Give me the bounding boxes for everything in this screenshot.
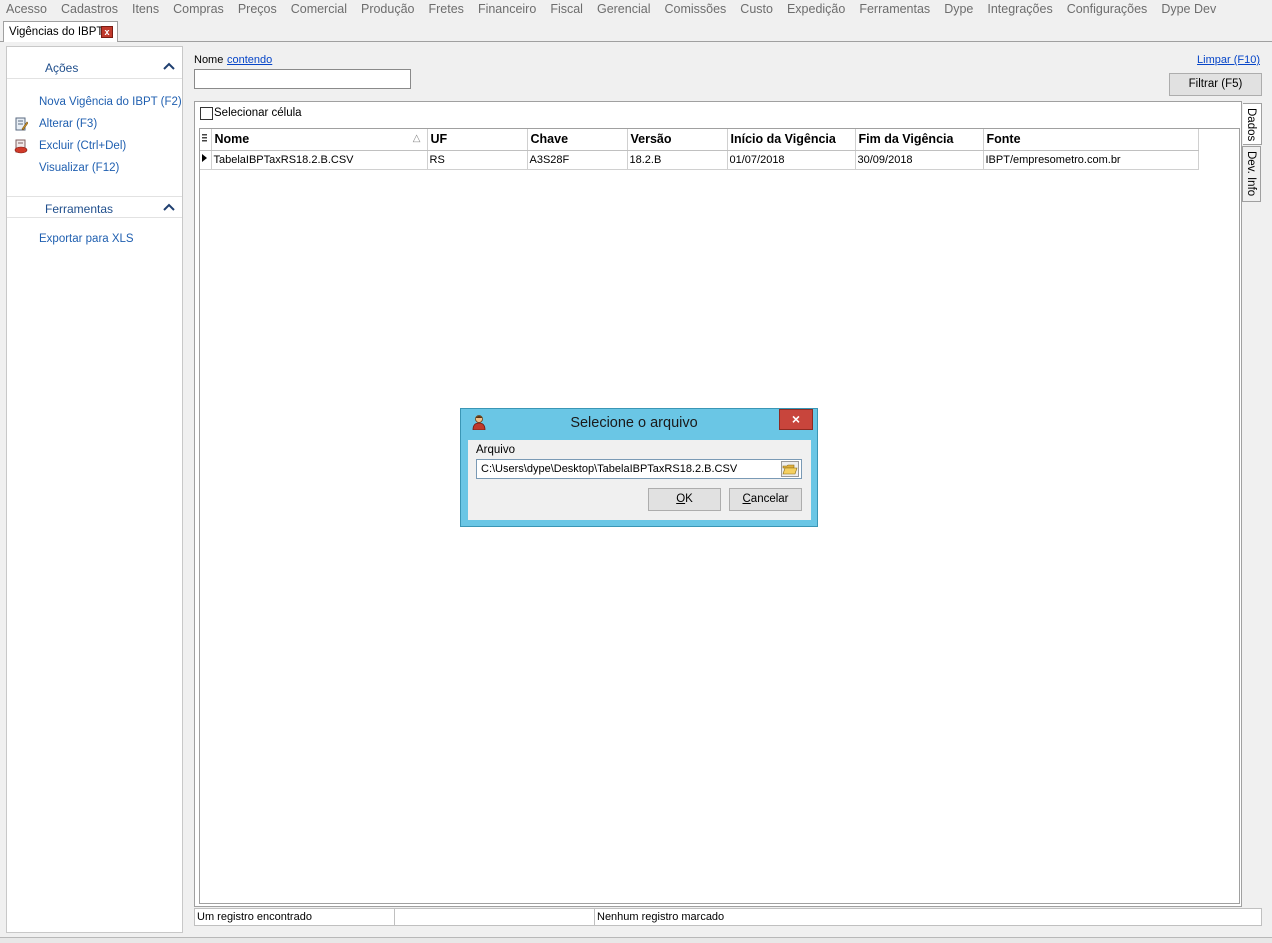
action-label: Alterar (F3)	[39, 118, 98, 130]
cell-inicio[interactable]: 01/07/2018	[727, 150, 856, 170]
menu-item-12[interactable]: Custo	[733, 0, 780, 19]
bottom-strip	[0, 937, 1272, 943]
delete-icon	[14, 139, 28, 154]
menu-bar: Acesso Cadastros Itens Compras Preços Comerci…	[0, 0, 1272, 19]
menu-item-9[interactable]: Fiscal	[543, 0, 590, 19]
sort-asc-icon: △	[412, 133, 421, 144]
actions-list: Nova Vigência do IBPT (F2) Alterar (F3) …	[7, 79, 182, 179]
cell-nome[interactable]: TabelaIBPTaxRS18.2.B.CSV	[211, 150, 428, 170]
tab-dados[interactable]: Dados	[1243, 103, 1262, 145]
menu-item-11[interactable]: Comissões	[657, 0, 733, 19]
menu-item-5[interactable]: Comercial	[284, 0, 354, 19]
filter-name-input[interactable]	[194, 69, 411, 89]
action-delete[interactable]: Excluir (Ctrl+Del)	[7, 135, 182, 157]
menu-item-10[interactable]: Gerencial	[590, 0, 658, 19]
cell-uf[interactable]: RS	[427, 150, 528, 170]
column-header-versao[interactable]: Versão	[627, 129, 728, 151]
cell-versao[interactable]: 18.2.B	[627, 150, 728, 170]
document-tab-strip: Vigências do IBPT x	[0, 20, 1272, 42]
tab-dev-info-label: Dev. Info	[1245, 151, 1257, 197]
menu-item-0[interactable]: Acesso	[0, 0, 54, 19]
dialog-body: Arquivo C:\Users\dype\Desktop\TabelaIBPT…	[468, 440, 811, 520]
action-label: Exportar para XLS	[39, 233, 134, 245]
menu-item-8[interactable]: Financeiro	[471, 0, 543, 19]
column-header-fonte[interactable]: Fonte	[983, 129, 1199, 151]
filter-field-label: Nome	[194, 54, 224, 66]
column-header-nome[interactable]: Nome △	[211, 129, 428, 151]
tab-dados-label: Dados	[1245, 108, 1257, 142]
tools-list: Exportar para XLS	[7, 218, 182, 250]
menu-item-2[interactable]: Itens	[125, 0, 166, 19]
grid-header-row: Nome △ UF Chave Versão Início da Vigência…	[200, 129, 1199, 151]
clear-filter-link[interactable]: Limpar (F10)	[1197, 54, 1260, 66]
select-cell-checkbox[interactable]	[200, 107, 213, 120]
close-tab-icon[interactable]: x	[101, 26, 113, 38]
status-middle	[395, 909, 595, 925]
close-dialog-icon[interactable]: ×	[779, 409, 813, 430]
column-header-inicio[interactable]: Início da Vigência	[727, 129, 856, 151]
action-label: Nova Vigência do IBPT (F2)	[39, 96, 182, 108]
status-records: Um registro encontrado	[195, 909, 395, 925]
actions-section-header[interactable]: Ações	[7, 47, 182, 79]
select-cell-label: Selecionar célula	[214, 107, 302, 119]
menu-item-14[interactable]: Ferramentas	[852, 0, 937, 19]
action-label: Visualizar (F12)	[39, 162, 120, 174]
folder-open-icon[interactable]	[781, 461, 799, 477]
status-bar: Um registro encontrado Nenhum registro m…	[194, 908, 1262, 926]
action-edit[interactable]: Alterar (F3)	[7, 113, 182, 135]
chevron-up-icon[interactable]	[163, 61, 175, 71]
tab-dev-info[interactable]: Dev. Info	[1242, 146, 1261, 202]
file-path-input[interactable]: C:\Users\dype\Desktop\TabelaIBPTaxRS18.2…	[476, 459, 802, 479]
actions-panel: Ações Nova Vigência do IBPT (F2) Alterar…	[6, 46, 183, 933]
menu-item-13[interactable]: Expedição	[780, 0, 852, 19]
menu-item-4[interactable]: Preços	[231, 0, 284, 19]
action-new-vigencia[interactable]: Nova Vigência do IBPT (F2)	[7, 91, 182, 113]
cell-fonte[interactable]: IBPT/empresometro.com.br	[983, 150, 1199, 170]
dialog-title: Selecione o arquivo	[570, 415, 698, 431]
tools-section-title: Ferramentas	[45, 202, 114, 216]
filter-operator-link[interactable]: contendo	[227, 54, 272, 66]
row-indicator-icon	[200, 150, 212, 170]
column-header-fim[interactable]: Fim da Vigência	[855, 129, 984, 151]
menu-item-17[interactable]: Configurações	[1060, 0, 1155, 19]
document-tab-label: Vigências do IBPT	[9, 26, 104, 38]
action-export-xls[interactable]: Exportar para XLS	[7, 228, 182, 250]
menu-item-6[interactable]: Produção	[354, 0, 422, 19]
column-chooser-icon[interactable]	[200, 129, 212, 151]
cell-fim[interactable]: 30/09/2018	[855, 150, 984, 170]
menu-item-7[interactable]: Fretes	[422, 0, 471, 19]
filter-button[interactable]: Filtrar (F5)	[1169, 73, 1262, 96]
menu-item-18[interactable]: Dype Dev	[1154, 0, 1223, 19]
column-header-chave[interactable]: Chave	[527, 129, 628, 151]
actions-section-title: Ações	[45, 61, 79, 75]
tools-section-header[interactable]: Ferramentas	[7, 196, 182, 218]
status-marked: Nenhum registro marcado	[597, 911, 725, 923]
file-field-label: Arquivo	[476, 444, 515, 456]
table-row[interactable]: TabelaIBPTaxRS18.2.B.CSV RS A3S28F 18.2.…	[200, 150, 1199, 170]
file-path-value: C:\Users\dype\Desktop\TabelaIBPTaxRS18.2…	[481, 463, 738, 475]
cancel-button[interactable]: Cancelar	[729, 488, 802, 511]
menu-item-16[interactable]: Integrações	[980, 0, 1059, 19]
column-header-uf[interactable]: UF	[427, 129, 528, 151]
chevron-up-icon[interactable]	[163, 202, 175, 212]
action-label: Excluir (Ctrl+Del)	[39, 140, 127, 152]
cell-chave[interactable]: A3S28F	[527, 150, 628, 170]
ok-button[interactable]: OK	[648, 488, 721, 511]
menu-item-1[interactable]: Cadastros	[54, 0, 125, 19]
document-tab[interactable]: Vigências do IBPT x	[3, 21, 118, 42]
menu-item-3[interactable]: Compras	[166, 0, 231, 19]
select-file-dialog: Selecione o arquivo × Arquivo C:\Users\d…	[460, 408, 818, 527]
action-view[interactable]: Visualizar (F12)	[7, 157, 182, 179]
menu-item-15[interactable]: Dype	[937, 0, 980, 19]
edit-icon	[15, 117, 28, 131]
